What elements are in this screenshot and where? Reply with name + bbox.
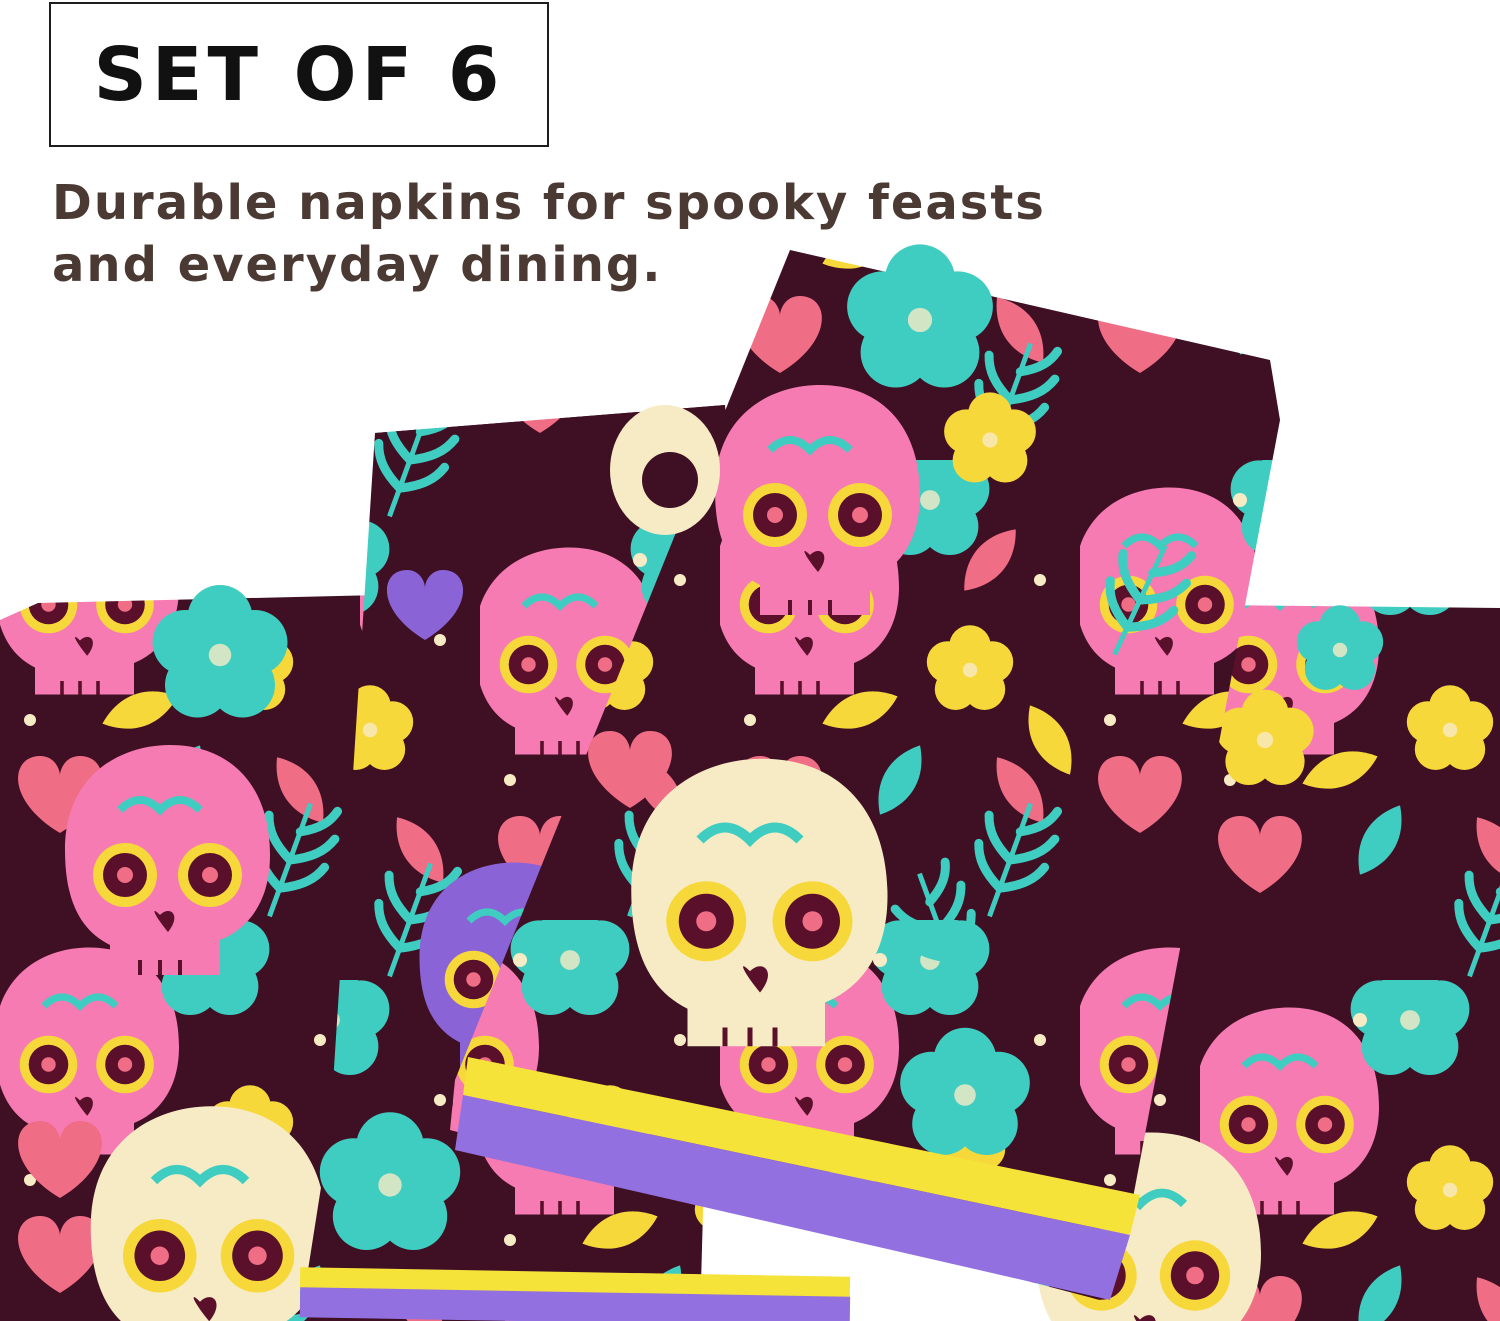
napkin-back-top <box>610 405 720 535</box>
badge-label: SET OF 6 <box>93 31 505 118</box>
tagline: Durable napkins for spooky feasts and ev… <box>52 175 1046 293</box>
set-of-6-badge: SET OF 6 <box>49 2 549 147</box>
